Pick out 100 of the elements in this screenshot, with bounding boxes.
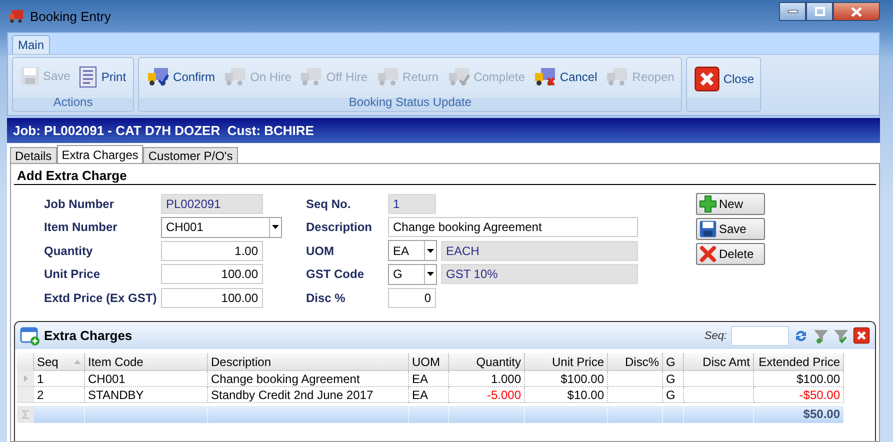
table-cell: 2: [34, 387, 85, 403]
column-header[interactable]: Extended Price: [754, 353, 844, 371]
input-field[interactable]: 1.00: [161, 240, 263, 261]
column-header[interactable]: G: [663, 353, 684, 371]
ribbon-tab[interactable]: Main: [12, 35, 50, 54]
tab[interactable]: Customer P/O's: [143, 147, 238, 163]
cross-icon: [699, 245, 717, 263]
tab[interactable]: Details: [10, 147, 57, 163]
column-header[interactable]: Disc Amt: [684, 353, 754, 371]
truck-icon: [299, 66, 324, 88]
table-cell: -$50.00: [754, 387, 844, 403]
input-field[interactable]: 0: [388, 288, 436, 308]
dropdown-field[interactable]: EA: [388, 240, 437, 262]
input-field[interactable]: 100.00: [161, 288, 263, 308]
field-label: Disc %: [306, 290, 346, 305]
column-header[interactable]: Description: [208, 353, 409, 371]
table-cell: EA: [409, 371, 449, 387]
column-header[interactable]: Seq: [34, 353, 85, 371]
total-cell: $50.00: [754, 406, 844, 423]
dropdown-button[interactable]: [424, 264, 436, 284]
input-field[interactable]: Change booking Agreement: [388, 217, 638, 238]
truck-icon: [605, 66, 630, 88]
section-title: Add Extra Charge: [14, 168, 876, 185]
window-title: Booking Entry: [30, 8, 112, 24]
field-label: Seq No.: [306, 196, 352, 211]
ribbon-button[interactable]: Confirm: [143, 64, 218, 90]
header-corner: [17, 353, 34, 371]
field-label: GST Code: [306, 267, 366, 282]
maximize-icon: [814, 7, 824, 16]
sort-icon: [74, 360, 81, 364]
truck-icon: [376, 66, 400, 88]
readonly-field[interactable]: GST 10%: [441, 264, 638, 284]
tab[interactable]: Extra Charges: [56, 145, 144, 163]
ribbon-button[interactable]: Cancel: [530, 64, 600, 90]
table-cell: CH001: [85, 371, 208, 387]
table-cell: 1.000: [449, 371, 525, 387]
readonly-field[interactable]: PL002091: [161, 194, 263, 214]
column-header[interactable]: UOM: [409, 353, 449, 371]
field-label: Quantity: [44, 244, 94, 258]
sum-icon: [22, 410, 30, 419]
table-cell: -5.000: [449, 387, 525, 403]
table-cell: [684, 371, 754, 387]
field-label: Unit Price: [44, 267, 102, 282]
document-icon: [78, 66, 98, 88]
dropdown-arrow-icon: [272, 225, 279, 230]
summary-cell: [663, 406, 684, 423]
table-cell: STANDBY: [85, 387, 208, 403]
filter-icon[interactable]: [813, 328, 829, 344]
summary-cell: [684, 406, 754, 423]
dropdown-button[interactable]: [424, 241, 436, 260]
truck-icon: [446, 66, 471, 88]
table-cell: $100.00: [754, 371, 844, 387]
truck-icon: [146, 66, 170, 88]
ribbon-button[interactable]: Print: [75, 64, 130, 90]
summary-cell: [409, 406, 449, 423]
table-cell: 1: [34, 371, 85, 387]
add-table-icon: [20, 326, 40, 346]
filter-icon[interactable]: [833, 328, 849, 344]
search-field[interactable]: [731, 326, 789, 346]
close-icon: [694, 66, 720, 92]
field-label: Job Number: [44, 196, 116, 211]
table-cell: Change booking Agreement: [208, 371, 409, 387]
input-field[interactable]: 100.00: [161, 264, 263, 284]
form-button[interactable]: Save: [696, 218, 765, 240]
ribbon-button[interactable]: Close: [691, 64, 758, 94]
column-header[interactable]: Unit Price: [525, 353, 608, 371]
table-cell: [608, 371, 663, 387]
readonly-field[interactable]: 1: [388, 194, 436, 214]
close-button[interactable]: [833, 2, 880, 21]
column-header[interactable]: Item Code: [85, 353, 208, 371]
readonly-field[interactable]: EACH: [441, 240, 638, 261]
column-header[interactable]: Quantity: [449, 353, 525, 371]
minimize-button[interactable]: [779, 2, 806, 21]
dropdown-arrow-icon: [427, 248, 434, 253]
table-cell: G: [663, 371, 684, 387]
table-cell: [608, 387, 663, 403]
truck-icon: [8, 9, 24, 23]
truck-icon: [223, 66, 248, 88]
field-label: UOM: [306, 244, 335, 258]
dropdown-value: EA: [392, 244, 410, 258]
summary-cell: [608, 406, 663, 423]
table-cell: Standby Credit 2nd June 2017: [208, 387, 409, 403]
close-icon: [851, 6, 862, 16]
dropdown-value: CH001: [165, 220, 204, 234]
close-icon: [853, 327, 870, 344]
table-cell: [684, 387, 754, 403]
panel-title: Extra Charges: [44, 328, 134, 343]
job-header: Job: PL002091 - CAT D7H DOZER Cust: BCHIRE: [7, 118, 880, 143]
minimize-icon: [788, 10, 798, 13]
truck-icon: [532, 66, 557, 88]
dropdown-field[interactable]: G: [388, 264, 437, 285]
form-button[interactable]: Delete: [696, 243, 765, 265]
column-header[interactable]: Disc%: [608, 353, 663, 371]
table-cell: $10.00: [525, 387, 608, 403]
form-button[interactable]: New: [696, 193, 765, 215]
dropdown-field[interactable]: CH001: [161, 216, 282, 238]
table-cell: EA: [409, 387, 449, 403]
dropdown-arrow-icon: [427, 272, 434, 276]
maximize-button[interactable]: [806, 2, 833, 21]
dropdown-button[interactable]: [269, 218, 281, 237]
